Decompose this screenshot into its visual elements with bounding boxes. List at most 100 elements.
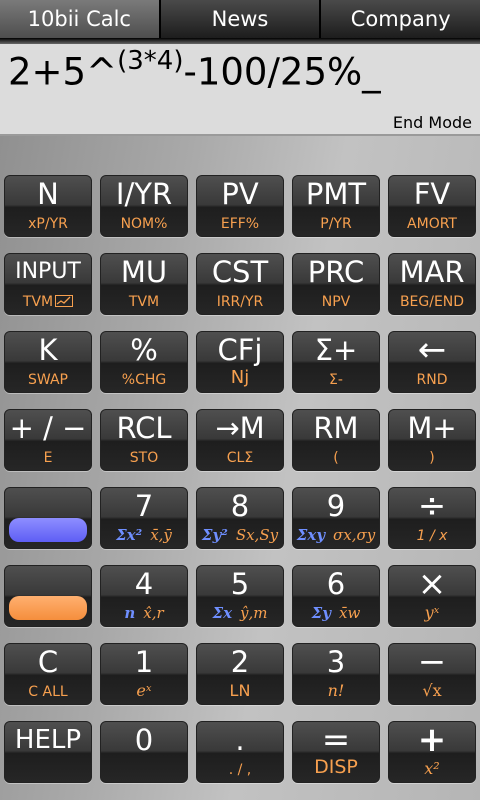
blue-shift-label: Σx² — [116, 526, 143, 544]
key-shift-label: x² — [424, 759, 440, 778]
key-shift-label: 1 / x — [416, 528, 448, 544]
key-label: HELP — [14, 724, 82, 755]
two-key[interactable]: 2 LN — [196, 643, 284, 705]
backspace-icon: ← — [417, 329, 447, 370]
n-key[interactable]: NxP/YR — [4, 175, 92, 237]
key-shift-label: E — [43, 450, 53, 466]
key-label: 2 — [230, 644, 250, 679]
key-shift-label: AMORT — [407, 216, 457, 232]
key-shift-label: NOM% — [120, 216, 168, 232]
key-label: 4 — [134, 566, 154, 601]
key-label: 3 — [326, 644, 346, 679]
key-label: . — [235, 722, 245, 757]
orange-shift-label: x̄,ȳ — [150, 526, 172, 544]
fv-key[interactable]: FV AMORT — [388, 175, 476, 237]
mu-key[interactable]: MU TVM — [100, 253, 188, 315]
prc-key[interactable]: PRC NPV — [292, 253, 380, 315]
eight-key[interactable]: 8 Σy² Sx,Sy — [196, 487, 284, 549]
key-label: RCL — [116, 410, 172, 445]
key-label: Σ+ — [314, 332, 358, 367]
key-shift-label: xP/YR — [28, 216, 68, 232]
key-label: 6 — [326, 566, 346, 601]
tab-company[interactable]: Company — [321, 0, 480, 38]
clear-key[interactable]: C C ALL — [4, 643, 92, 705]
rcl-key[interactable]: RCL STO — [100, 409, 188, 471]
key-shift-label: LN — [229, 681, 251, 700]
to-memory-key[interactable]: →M CLΣ — [196, 409, 284, 471]
keypad: NxP/YR I/YR NOM% PV EFF% PMT P/YR FV AMORT I… — [0, 170, 480, 800]
nine-key[interactable]: 9 Σxy σx,σy — [292, 487, 380, 549]
key-shift-label: C ALL — [28, 684, 68, 700]
mar-key[interactable]: MAR BEG/END — [388, 253, 476, 315]
key-shift-label: DISP — [314, 756, 358, 778]
key-label: 5 — [230, 566, 250, 601]
key-label: CST — [211, 254, 269, 289]
divide-key[interactable]: ÷ 1 / x — [388, 485, 476, 549]
cst-key[interactable]: CST IRR/YR — [196, 253, 284, 315]
four-key[interactable]: 4 n x̂,r — [100, 565, 188, 627]
decimal-key[interactable]: . . / , — [196, 721, 284, 783]
plus-key[interactable]: + x² — [388, 719, 476, 783]
key-label: K — [38, 332, 58, 367]
orange-shift-label: Sx,Sy — [235, 526, 279, 544]
key-shift-labels: Σxy σx,σy — [293, 526, 379, 544]
cfj-key[interactable]: CFj Nj — [196, 331, 284, 393]
key-shift-label: %CHG — [121, 372, 167, 388]
zero-key[interactable]: 0 — [100, 721, 188, 783]
multiply-key[interactable]: × yˣ — [388, 564, 476, 627]
key-shift-label: . / , — [228, 762, 252, 778]
expression-rest: -100/25%_ — [183, 50, 381, 94]
one-key[interactable]: 1 eˣ — [100, 643, 188, 705]
plus-minus-key[interactable]: + / − E — [4, 409, 92, 471]
blue-shift-label: Σy² — [201, 526, 228, 544]
five-key[interactable]: 5 Σx ŷ,m — [196, 565, 284, 627]
key-label: 1 — [134, 644, 154, 679]
key-shift-label: TVM — [128, 294, 160, 310]
key-label: − — [417, 641, 447, 682]
iyr-key[interactable]: I/YR NOM% — [100, 175, 188, 237]
blue-shift-label: n — [124, 604, 136, 622]
input-key[interactable]: INPUT TVM — [4, 253, 92, 315]
key-shift-labels: n x̂,r — [101, 604, 187, 622]
orange-shift-indicator — [9, 596, 87, 620]
k-key[interactable]: K SWAP — [4, 331, 92, 393]
key-shift-label: CLΣ — [226, 450, 254, 466]
m-plus-key[interactable]: M+) — [388, 409, 476, 471]
key-shift-label: BEG/END — [399, 294, 465, 310]
key-shift-label: EFF% — [220, 216, 260, 232]
calculator-display: 2+5^(3*4)-100/25%_ End Mode — [0, 44, 480, 136]
six-key[interactable]: 6 Σy x̄w — [292, 565, 380, 627]
tab-10bii-calc[interactable]: 10bii Calc — [0, 0, 161, 38]
expression-exponent: (3*4) — [117, 46, 184, 76]
key-shift-label: ) — [429, 450, 435, 466]
blue-shift-indicator — [9, 518, 87, 542]
help-key[interactable]: HELP — [4, 721, 92, 783]
percent-key[interactable]: % %CHG — [100, 331, 188, 393]
key-shift-labels: Σy² Sx,Sy — [197, 526, 283, 544]
pv-key[interactable]: PV EFF% — [196, 175, 284, 237]
seven-key[interactable]: 7 Σx² x̄,ȳ — [100, 487, 188, 549]
tab-news[interactable]: News — [160, 0, 322, 38]
key-label: INPUT — [15, 259, 81, 284]
blue-shift-key[interactable] — [4, 487, 92, 549]
key-shift-label: P/YR — [320, 216, 352, 232]
key-label: + — [417, 719, 447, 760]
pmt-key[interactable]: PMT P/YR — [292, 175, 380, 237]
three-key[interactable]: 3 n! — [292, 643, 380, 705]
key-label: % — [130, 332, 158, 367]
orange-shift-label: x̂,r — [143, 604, 164, 622]
equals-key[interactable]: = DISP — [292, 719, 380, 783]
key-shift-label: STO — [129, 450, 159, 466]
orange-shift-key[interactable] — [4, 565, 92, 627]
key-label: ÷ — [417, 485, 447, 526]
rm-key[interactable]: RM ( — [292, 409, 380, 471]
sigma-plus-key[interactable]: Σ+ Σ- — [292, 331, 380, 393]
key-shift-labels: Σx² x̄,ȳ — [101, 526, 187, 544]
key-shift-label: SWAP — [28, 372, 68, 388]
key-shift-labels: Σx ŷ,m — [197, 604, 283, 622]
minus-key[interactable]: − √x — [388, 641, 476, 705]
backspace-key[interactable]: ← RND — [388, 329, 476, 393]
key-label: N — [37, 176, 59, 211]
key-label: = — [321, 719, 351, 760]
key-label: MAR — [399, 254, 465, 289]
